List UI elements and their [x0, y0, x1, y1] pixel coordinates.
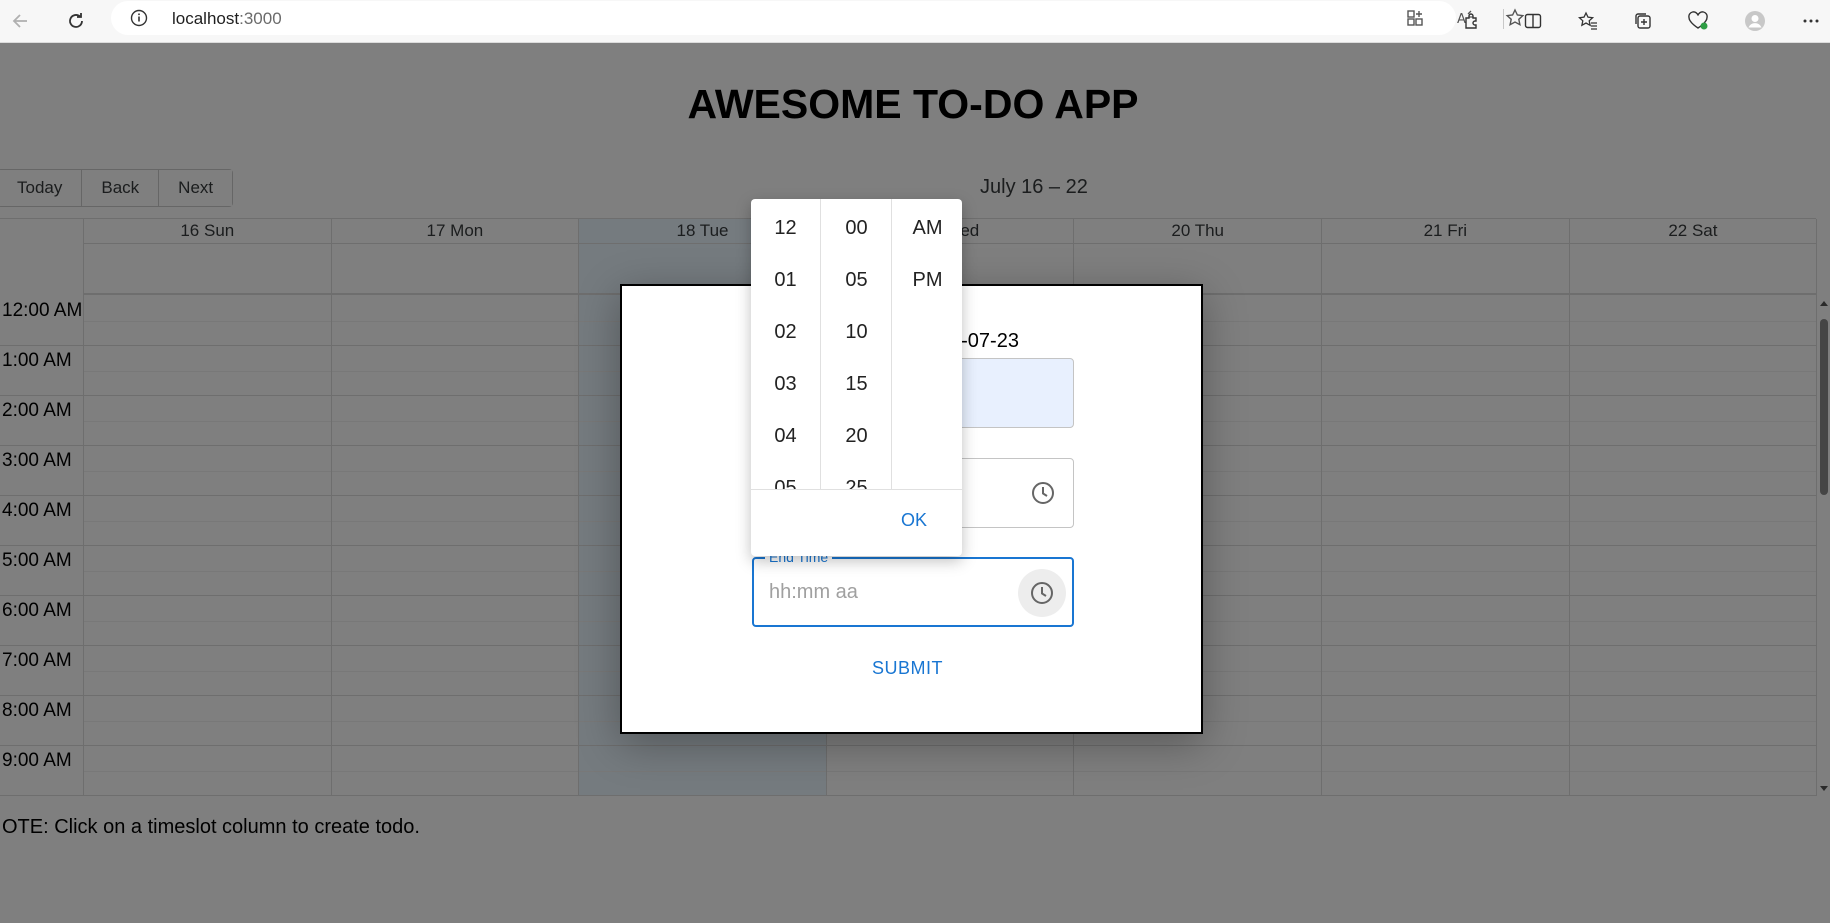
- submit-button[interactable]: SUBMIT: [872, 658, 943, 679]
- minute-option[interactable]: 25: [822, 462, 891, 489]
- picker-actions: OK: [751, 489, 962, 556]
- collections-icon[interactable]: [1629, 7, 1657, 35]
- hour-option[interactable]: 03: [751, 358, 820, 410]
- minute-option[interactable]: 10: [822, 306, 891, 358]
- hours-column[interactable]: 12 01 02 03 04 05: [751, 199, 821, 489]
- hour-option[interactable]: 12: [751, 202, 820, 254]
- profile-avatar-icon[interactable]: [1741, 7, 1769, 35]
- browser-essentials-icon[interactable]: [1684, 7, 1712, 35]
- more-menu-icon[interactable]: [1797, 7, 1825, 35]
- meridiem-option[interactable]: PM: [893, 254, 962, 306]
- browser-toolbar: localhost:3000 A: [0, 0, 1830, 43]
- minutes-column[interactable]: 00 05 10 15 20 25: [822, 199, 892, 489]
- hour-option[interactable]: 01: [751, 254, 820, 306]
- end-time-field[interactable]: End Time hh:mm aa: [752, 549, 1074, 627]
- back-arrow-icon[interactable]: [7, 7, 35, 35]
- toolbar-separator: [1503, 9, 1504, 29]
- minute-option[interactable]: 15: [822, 358, 891, 410]
- url-port: :3000: [239, 9, 282, 28]
- time-picker-popper: 12 01 02 03 04 05 00 05 10 15 20 25 AM PM OK: [751, 199, 962, 556]
- ok-button[interactable]: OK: [901, 510, 927, 531]
- address-bar[interactable]: localhost:3000 A: [111, 1, 1525, 35]
- hour-option[interactable]: 05: [751, 462, 820, 489]
- meridiem-option[interactable]: AM: [893, 202, 962, 254]
- split-screen-icon[interactable]: [1519, 7, 1547, 35]
- hour-option[interactable]: 02: [751, 306, 820, 358]
- minute-option[interactable]: 20: [822, 410, 891, 462]
- site-info-icon[interactable]: [130, 9, 148, 27]
- end-time-placeholder: hh:mm aa: [769, 581, 858, 603]
- favorites-icon[interactable]: [1574, 7, 1602, 35]
- refresh-icon[interactable]: [62, 7, 90, 35]
- url-text: localhost:3000: [172, 9, 282, 29]
- clock-icon[interactable]: [1019, 469, 1067, 517]
- clock-icon[interactable]: [1018, 569, 1066, 617]
- minute-option[interactable]: 00: [822, 202, 891, 254]
- url-host: localhost: [172, 9, 240, 28]
- meridiem-column[interactable]: AM PM: [893, 199, 962, 489]
- extensions-icon[interactable]: [1458, 7, 1486, 35]
- hour-option[interactable]: 04: [751, 410, 820, 462]
- minute-option[interactable]: 05: [822, 254, 891, 306]
- app-available-icon[interactable]: [1401, 4, 1429, 32]
